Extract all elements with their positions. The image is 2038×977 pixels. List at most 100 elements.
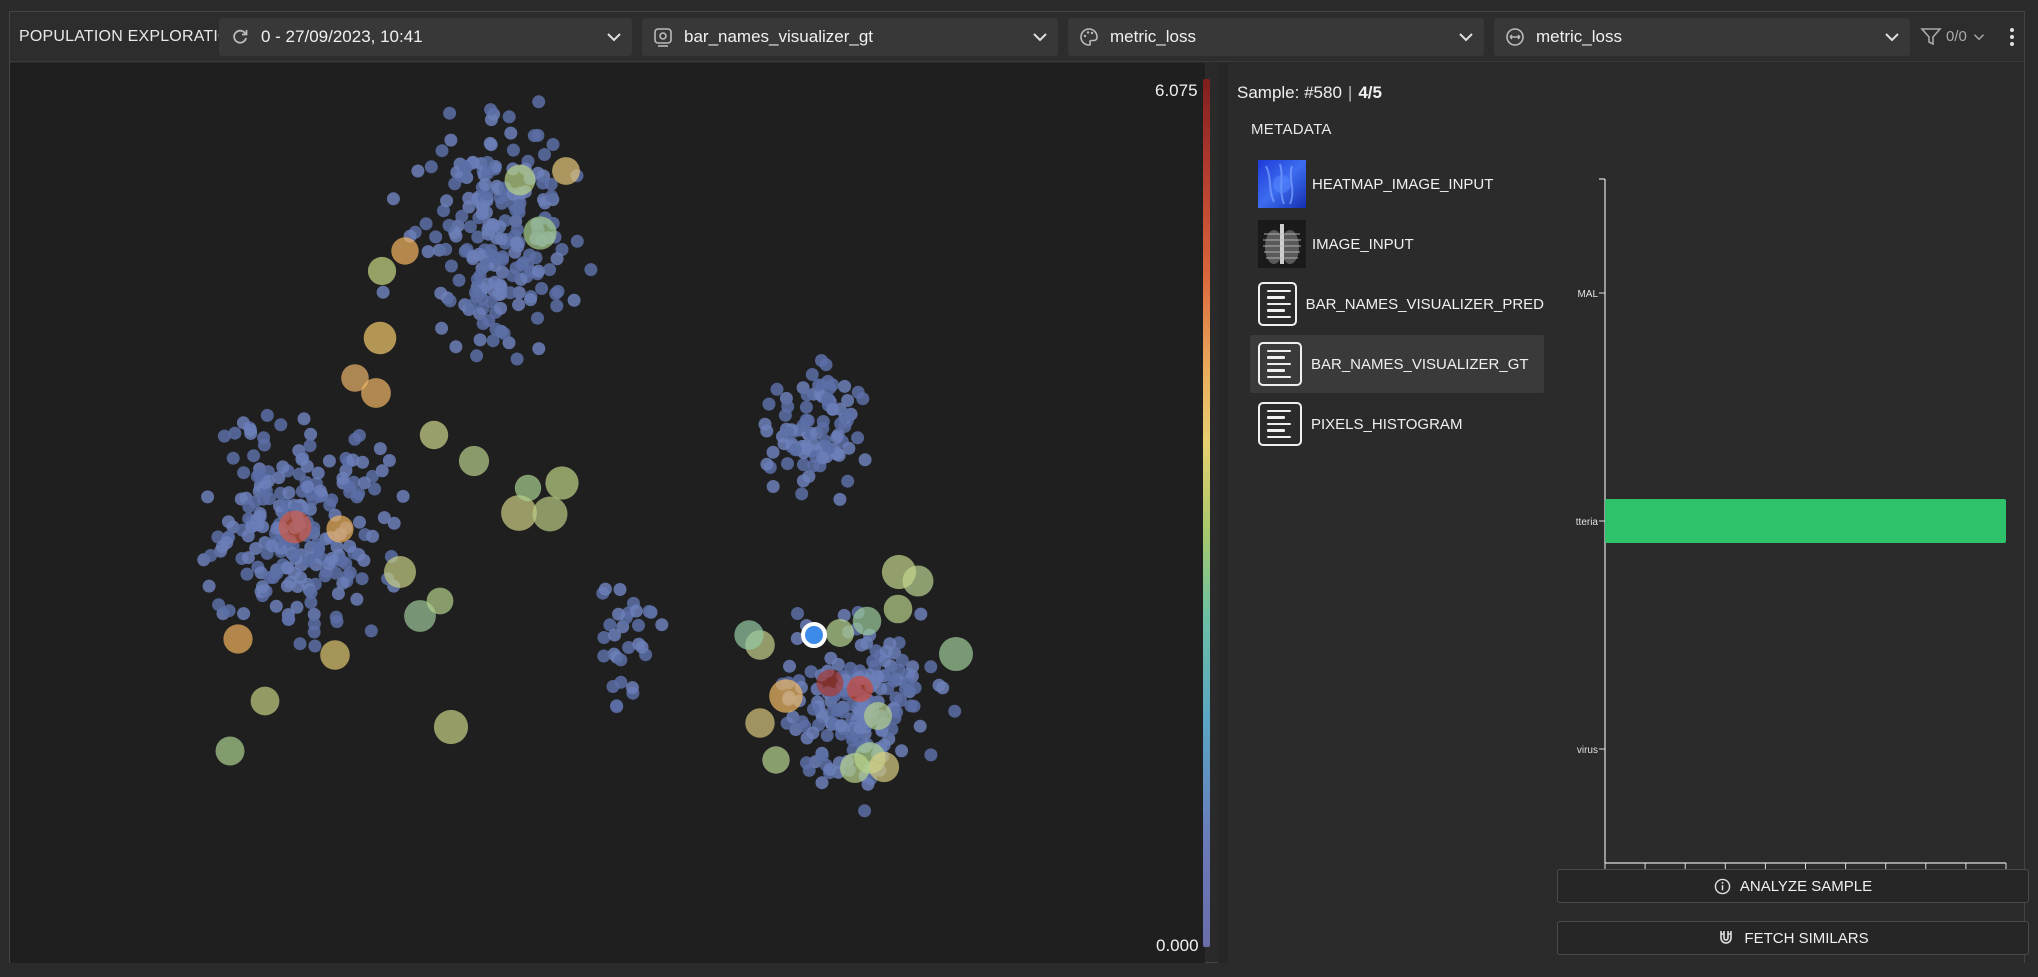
- scatter-point[interactable]: [932, 678, 946, 692]
- scatter-point[interactable]: [308, 639, 322, 653]
- scatter-point[interactable]: [766, 445, 780, 459]
- scatter-point[interactable]: [612, 607, 625, 621]
- scatter-point[interactable]: [449, 229, 463, 243]
- scatter-point[interactable]: [504, 164, 536, 196]
- scatter-point[interactable]: [478, 178, 492, 191]
- scatter-point[interactable]: [532, 496, 568, 532]
- scatter-point[interactable]: [819, 358, 833, 372]
- scatter-point[interactable]: [223, 624, 253, 654]
- metadata-item-image-input[interactable]: IMAGE_INPUT: [1250, 215, 1544, 273]
- scatter-point[interactable]: [830, 430, 844, 444]
- scatter-point[interactable]: [538, 148, 551, 161]
- scatter-point[interactable]: [306, 492, 320, 506]
- scatter-point[interactable]: [816, 415, 830, 428]
- scatter-canvas[interactable]: [10, 63, 1205, 963]
- scatter-point[interactable]: [429, 230, 443, 244]
- scatter-point[interactable]: [614, 653, 628, 667]
- scatter-point[interactable]: [904, 699, 918, 713]
- scatter-point[interactable]: [632, 618, 645, 632]
- scatter-point[interactable]: [806, 726, 820, 740]
- scatter-point[interactable]: [549, 287, 563, 301]
- scatter-point[interactable]: [411, 164, 425, 178]
- scatter-point[interactable]: [433, 709, 469, 745]
- metadata-item-bar-names-visualizer-gt[interactable]: BAR_NAMES_VISUALIZER_GT: [1250, 335, 1544, 393]
- scatter-point[interactable]: [816, 451, 830, 465]
- scatter-point[interactable]: [482, 314, 496, 327]
- scatter-point[interactable]: [769, 679, 803, 713]
- scatter-point[interactable]: [318, 569, 332, 583]
- scatter-point[interactable]: [449, 340, 463, 354]
- scatter-point[interactable]: [842, 441, 856, 455]
- scatter-point[interactable]: [613, 583, 627, 596]
- scatter-point[interactable]: [484, 138, 498, 152]
- scatter-point[interactable]: [311, 466, 325, 480]
- scatter-point[interactable]: [906, 660, 920, 674]
- scatter-point[interactable]: [440, 194, 454, 208]
- scatter-point[interactable]: [293, 637, 307, 651]
- visualizer-dropdown[interactable]: bar_names_visualizer_gt: [642, 17, 1058, 56]
- scatter-point[interactable]: [336, 576, 350, 590]
- scatter-point[interactable]: [217, 429, 231, 443]
- scatter-point[interactable]: [384, 556, 416, 588]
- metadata-item-pixels-histogram[interactable]: PIXELS_HISTOGRAM: [1250, 395, 1544, 453]
- scatter-point[interactable]: [512, 298, 526, 312]
- scatter-point[interactable]: [352, 429, 366, 442]
- scatter-point[interactable]: [781, 426, 794, 440]
- scatter-point[interactable]: [760, 457, 774, 471]
- filter-button[interactable]: 0/0: [1920, 26, 1985, 48]
- scatter-point[interactable]: [201, 490, 215, 504]
- scatter-point[interactable]: [834, 719, 848, 733]
- scatter-point[interactable]: [815, 749, 829, 762]
- scatter-point[interactable]: [276, 460, 290, 474]
- scatter-point[interactable]: [552, 157, 580, 185]
- fetch-similars-button[interactable]: FETCH SIMILARS: [1557, 921, 2029, 955]
- scatter-point[interactable]: [788, 443, 802, 457]
- scatter-point[interactable]: [820, 729, 834, 742]
- scatter-point[interactable]: [510, 223, 524, 236]
- scatter-point[interactable]: [336, 471, 350, 485]
- scatter-point[interactable]: [250, 469, 264, 483]
- scatter-point[interactable]: [310, 537, 324, 551]
- scatter-point[interactable]: [655, 618, 669, 632]
- scatter-point[interactable]: [391, 237, 419, 265]
- scatter-point[interactable]: [304, 427, 318, 441]
- scatter-point[interactable]: [597, 649, 611, 663]
- scatter-point[interactable]: [247, 449, 261, 463]
- scatter-point[interactable]: [908, 681, 922, 695]
- scatter-point[interactable]: [244, 423, 257, 437]
- metadata-item-bar-names-visualizer-pred[interactable]: BAR_NAMES_VISUALIZER_PRED: [1250, 275, 1544, 333]
- scatter-point[interactable]: [426, 587, 454, 615]
- scatter-point[interactable]: [608, 628, 622, 642]
- scatter-point[interactable]: [355, 572, 369, 586]
- scatter-point[interactable]: [307, 617, 321, 631]
- scatter-point[interactable]: [531, 264, 545, 278]
- scatter-point[interactable]: [237, 607, 251, 621]
- scatter-point[interactable]: [799, 400, 813, 414]
- scatter-point[interactable]: [531, 128, 545, 142]
- scatter-point[interactable]: [510, 352, 524, 366]
- scatter-point[interactable]: [435, 144, 449, 158]
- scatter-point[interactable]: [470, 289, 484, 303]
- scatter-point[interactable]: [509, 261, 523, 275]
- scatter-point[interactable]: [514, 474, 542, 502]
- scatter-point[interactable]: [860, 636, 874, 650]
- scatter-point[interactable]: [913, 719, 927, 733]
- size-by-dropdown[interactable]: metric_loss: [1494, 17, 1910, 56]
- scatter-point[interactable]: [302, 554, 316, 568]
- scatter-point[interactable]: [364, 624, 378, 638]
- scatter-point[interactable]: [506, 143, 520, 157]
- scatter-point[interactable]: [610, 699, 624, 713]
- scatter-point[interactable]: [350, 592, 364, 606]
- population-scatter-plot[interactable]: 6.075 0.000: [10, 63, 1210, 963]
- scatter-point[interactable]: [444, 259, 458, 273]
- scatter-point[interactable]: [466, 249, 480, 263]
- scatter-point[interactable]: [791, 607, 804, 620]
- scatter-point[interactable]: [363, 321, 397, 355]
- scatter-point[interactable]: [567, 293, 581, 307]
- scatter-point[interactable]: [448, 177, 462, 191]
- scatter-point[interactable]: [396, 489, 410, 503]
- scatter-point[interactable]: [948, 704, 962, 718]
- scatter-point[interactable]: [421, 245, 435, 259]
- scatter-point[interactable]: [329, 610, 343, 624]
- scatter-point[interactable]: [781, 457, 794, 471]
